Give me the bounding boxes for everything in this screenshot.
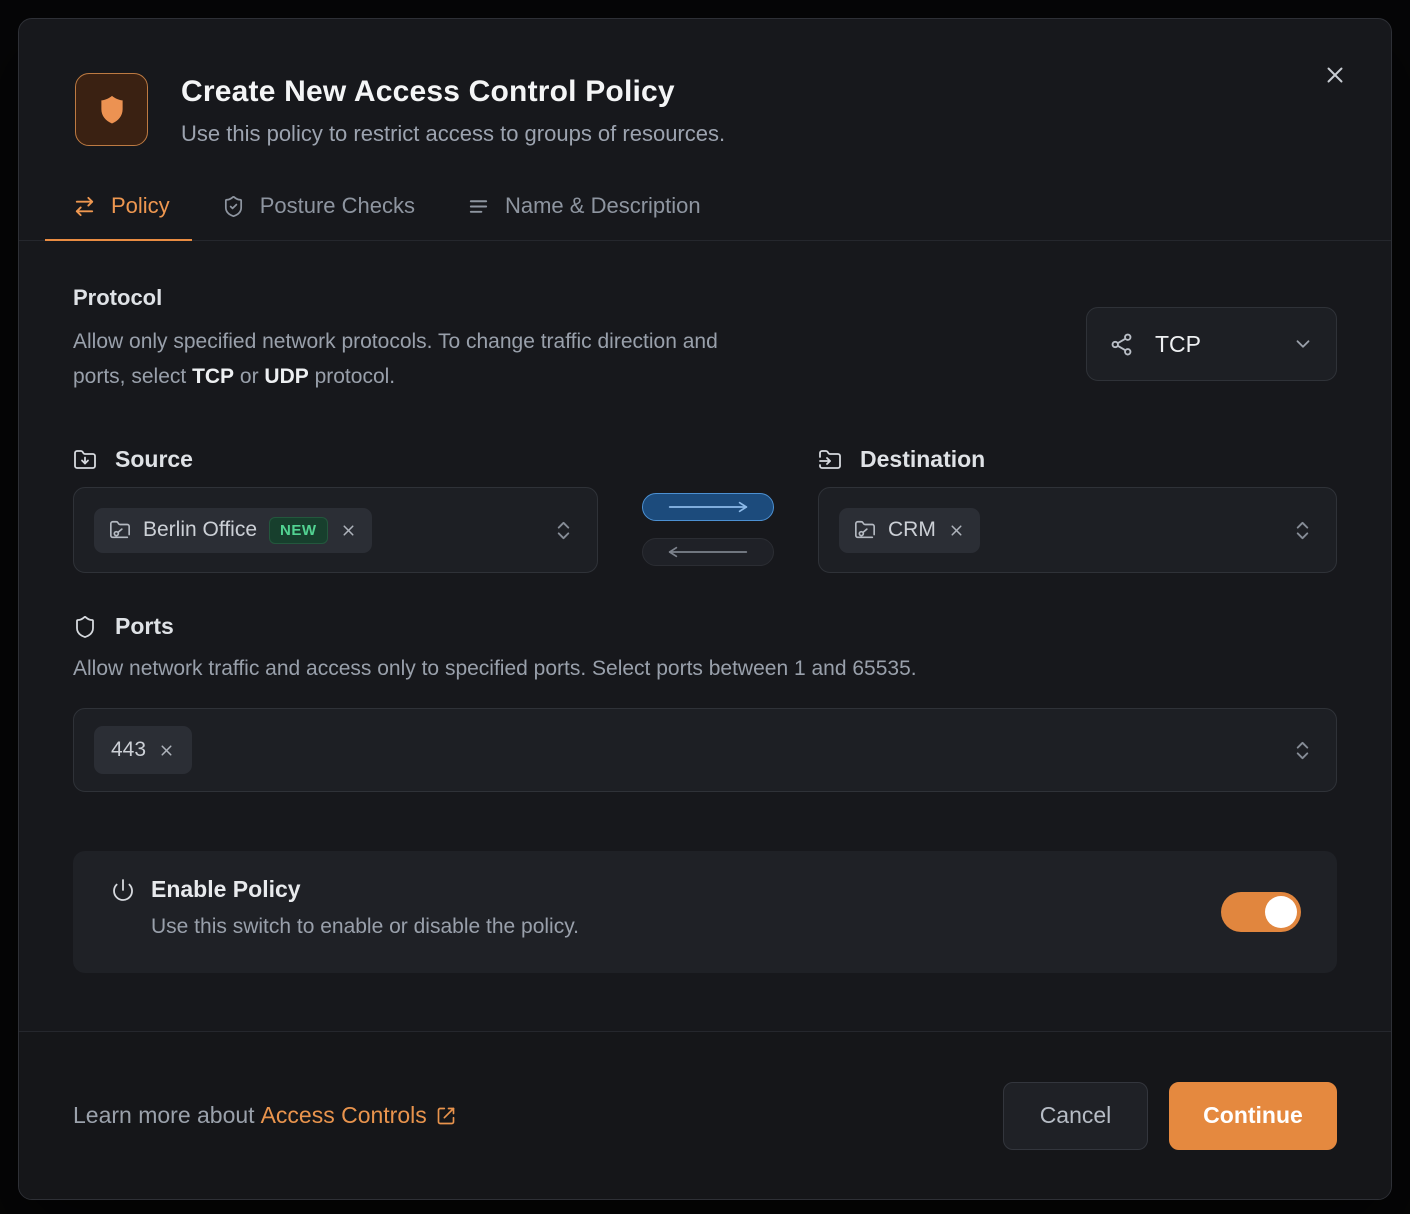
source-heading: Source	[115, 446, 193, 473]
access-controls-link-label: Access Controls	[261, 1102, 427, 1129]
modal-tabs: Policy Posture Checks Name & Description	[19, 193, 1391, 241]
close-icon	[1322, 62, 1348, 88]
protocol-description: Allow only specified network protocols. …	[73, 324, 733, 394]
x-icon	[948, 522, 965, 539]
tab-posture-checks[interactable]: Posture Checks	[222, 193, 415, 240]
protocol-desc-udp: UDP	[264, 365, 308, 388]
x-icon	[158, 742, 175, 759]
source-select[interactable]: Berlin Office NEW	[73, 487, 598, 573]
port-tag-443: 443	[94, 726, 192, 774]
arrow-left-icon	[662, 546, 754, 558]
learn-more-prefix: Learn more about	[73, 1102, 255, 1129]
learn-more-text: Learn more about Access Controls	[73, 1102, 456, 1129]
ports-select[interactable]: 443	[73, 708, 1337, 792]
modal-footer: Learn more about Access Controls Cancel …	[19, 1031, 1391, 1199]
destination-select[interactable]: CRM	[818, 487, 1337, 573]
source-column: Source Berlin Office NEW	[73, 446, 598, 573]
external-link-icon	[436, 1106, 456, 1126]
ports-section: Ports Allow network traffic and access o…	[73, 613, 1337, 792]
protocol-share-icon	[1109, 332, 1134, 357]
text-lines-icon	[467, 195, 490, 218]
folder-down-icon	[73, 448, 97, 472]
modal-header: Create New Access Control Policy Use thi…	[19, 19, 1391, 147]
remove-destination-tag-button[interactable]	[948, 522, 965, 539]
direction-left-button[interactable]	[642, 538, 774, 566]
source-header: Source	[73, 446, 598, 473]
continue-button[interactable]: Continue	[1169, 1082, 1337, 1150]
ports-header: Ports	[73, 613, 1337, 640]
source-destination-row: Source Berlin Office NEW	[73, 446, 1337, 573]
ports-heading: Ports	[115, 613, 174, 640]
chevrons-up-down-icon	[1291, 519, 1314, 542]
access-controls-link[interactable]: Access Controls	[261, 1102, 456, 1129]
tab-posture-checks-label: Posture Checks	[260, 193, 415, 219]
policy-shield-icon	[75, 73, 148, 146]
chevron-down-icon	[1292, 333, 1314, 355]
protocol-selected-value: TCP	[1155, 331, 1201, 358]
create-access-policy-modal: Create New Access Control Policy Use thi…	[18, 18, 1392, 1200]
protocol-desc-suffix: protocol.	[309, 365, 395, 388]
protocol-desc-prefix: Allow only specified network protocols. …	[73, 330, 718, 388]
cancel-button[interactable]: Cancel	[1003, 1082, 1148, 1150]
enable-policy-description: Use this switch to enable or disable the…	[111, 915, 1301, 939]
folder-git-icon	[109, 519, 131, 541]
footer-actions: Cancel Continue	[1003, 1082, 1337, 1150]
remove-source-tag-button[interactable]	[340, 522, 357, 539]
destination-tag-label: CRM	[888, 518, 936, 542]
folder-input-icon	[818, 448, 842, 472]
folder-git-icon	[854, 519, 876, 541]
modal-header-text: Create New Access Control Policy Use thi…	[181, 73, 725, 147]
remove-port-tag-button[interactable]	[158, 742, 175, 759]
traffic-direction-controls	[642, 446, 774, 573]
modal-content: Protocol Allow only specified network pr…	[19, 241, 1391, 1031]
shield-check-icon	[222, 195, 245, 218]
protocol-heading: Protocol	[73, 285, 733, 311]
destination-header: Destination	[818, 446, 1337, 473]
close-button[interactable]	[1319, 59, 1351, 91]
destination-tag-crm: CRM	[839, 508, 980, 553]
tab-name-description[interactable]: Name & Description	[467, 193, 701, 240]
x-icon	[340, 522, 357, 539]
power-icon	[111, 878, 135, 902]
tab-policy-label: Policy	[111, 193, 170, 219]
enable-policy-header: Enable Policy	[111, 876, 1301, 903]
enable-policy-toggle[interactable]	[1221, 892, 1301, 932]
toggle-knob	[1265, 896, 1297, 928]
tab-policy[interactable]: Policy	[73, 193, 170, 240]
arrow-right-icon	[662, 501, 754, 513]
direction-right-button[interactable]	[642, 493, 774, 521]
protocol-desc-or: or	[234, 365, 264, 388]
shield-icon	[73, 615, 97, 639]
destination-column: Destination CRM	[818, 446, 1337, 573]
protocol-text: Protocol Allow only specified network pr…	[73, 285, 733, 394]
tab-name-description-label: Name & Description	[505, 193, 701, 219]
chevrons-up-down-icon	[552, 519, 575, 542]
protocol-desc-tcp: TCP	[192, 365, 234, 388]
arrow-right-left-icon	[73, 195, 96, 218]
port-tag-label: 443	[111, 738, 146, 762]
protocol-select[interactable]: TCP	[1086, 307, 1337, 381]
chevrons-up-down-icon	[1291, 739, 1314, 762]
ports-description: Allow network traffic and access only to…	[73, 651, 1337, 686]
destination-heading: Destination	[860, 446, 985, 473]
new-badge: NEW	[269, 517, 328, 544]
source-tag-label: Berlin Office	[143, 518, 257, 542]
source-tag-berlin-office: Berlin Office NEW	[94, 508, 372, 553]
enable-policy-card: Enable Policy Use this switch to enable …	[73, 851, 1337, 973]
enable-policy-heading: Enable Policy	[151, 876, 301, 903]
protocol-section: Protocol Allow only specified network pr…	[73, 285, 1337, 394]
modal-subtitle: Use this policy to restrict access to gr…	[181, 121, 725, 147]
modal-title: Create New Access Control Policy	[181, 75, 725, 109]
